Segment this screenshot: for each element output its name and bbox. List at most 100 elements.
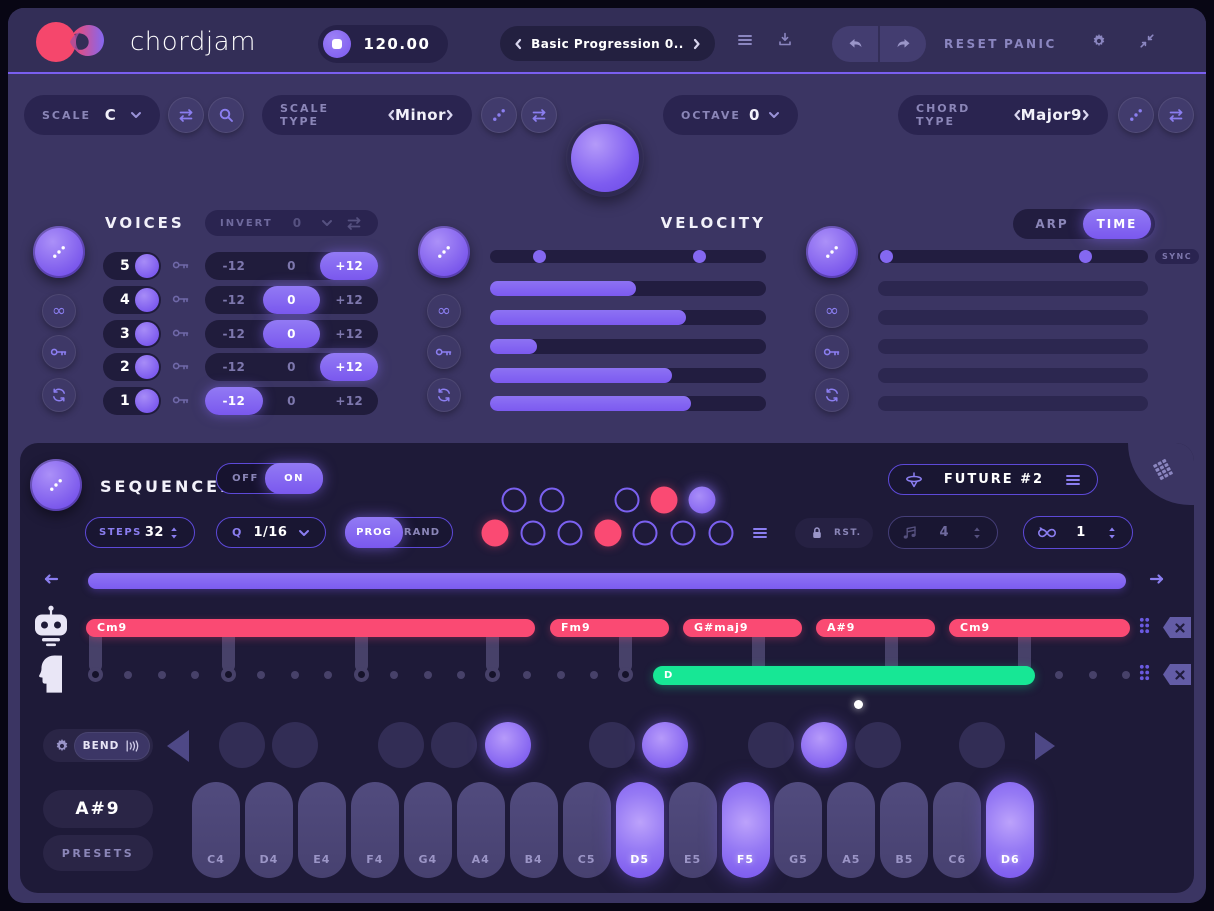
time-slider-3[interactable] bbox=[878, 339, 1148, 354]
undo-button[interactable] bbox=[832, 26, 878, 62]
black-key-F#5[interactable] bbox=[748, 722, 794, 768]
seq-step-top-2[interactable] bbox=[539, 487, 565, 513]
keyboard-octave-left-button[interactable] bbox=[167, 730, 189, 762]
bpm-value[interactable]: 120.00 bbox=[351, 35, 443, 53]
time-tab[interactable]: TIME bbox=[1083, 209, 1151, 239]
arp-time-toggle[interactable]: ARP TIME bbox=[1013, 209, 1155, 239]
chord-swap-button[interactable] bbox=[1158, 97, 1194, 133]
steps-menu-icon[interactable] bbox=[752, 526, 768, 540]
key-D6[interactable]: D6 bbox=[986, 782, 1035, 878]
key-B4[interactable]: B4 bbox=[509, 782, 558, 878]
voice-3-toggle[interactable]: 3 bbox=[103, 319, 161, 348]
seq-step-bottom-4[interactable] bbox=[594, 519, 622, 547]
chord-random-button[interactable] bbox=[1118, 97, 1154, 133]
stepper-icon[interactable] bbox=[1105, 525, 1119, 541]
black-key-C#5[interactable] bbox=[589, 722, 635, 768]
chord-row-drag-handle[interactable] bbox=[1139, 617, 1150, 634]
key-D4[interactable]: D4 bbox=[244, 782, 293, 878]
scale-swap-button[interactable] bbox=[168, 97, 204, 133]
time-range-slider[interactable] bbox=[878, 250, 1148, 263]
chevron-left-icon[interactable] bbox=[514, 38, 522, 50]
seq-step-bottom-6[interactable] bbox=[670, 520, 696, 546]
voices-random-knob[interactable] bbox=[33, 226, 85, 278]
quantize-control[interactable]: Q 1/16 bbox=[216, 517, 326, 548]
velocity-slider-3[interactable] bbox=[490, 339, 766, 354]
reset-button[interactable]: RESET bbox=[944, 37, 999, 51]
voice-5-octave-selector[interactable]: -12 0 +12 bbox=[205, 252, 379, 280]
velocity-random-knob[interactable] bbox=[418, 226, 470, 278]
scale-random-button[interactable] bbox=[481, 97, 517, 133]
key-D5[interactable]: D5 bbox=[615, 782, 664, 878]
voice-3-octave-selector[interactable]: -12 0 +12 bbox=[205, 319, 378, 348]
preset-selector[interactable]: Basic Progression 0.. bbox=[500, 26, 715, 61]
velocity-latch-button[interactable]: ∞ bbox=[427, 294, 461, 328]
scale-type-selector[interactable]: SCALE TYPE Minor bbox=[262, 95, 472, 135]
time-slider-1[interactable] bbox=[878, 281, 1148, 296]
octave-option-+12[interactable]: +12 bbox=[320, 320, 378, 348]
octave-option-0[interactable]: 0 bbox=[263, 353, 321, 381]
bpm-control[interactable]: 120.00 bbox=[318, 25, 448, 63]
sync-badge[interactable]: SYNC bbox=[1155, 249, 1199, 264]
bend-control[interactable]: BEND bbox=[43, 729, 153, 762]
black-key-A#5[interactable] bbox=[855, 722, 901, 768]
reset-steps-button[interactable]: RST. bbox=[795, 518, 873, 548]
octave-option-0[interactable]: 0 bbox=[263, 387, 321, 415]
key-F4[interactable]: F4 bbox=[350, 782, 399, 878]
sequence-preset-selector[interactable]: FUTURE #2 bbox=[888, 464, 1098, 495]
octave-option-0[interactable]: 0 bbox=[262, 286, 321, 314]
seq-step-top-5[interactable] bbox=[650, 486, 678, 514]
velocity-slider-1[interactable] bbox=[490, 281, 766, 296]
black-key-G#4[interactable] bbox=[431, 722, 477, 768]
seq-step-top-4[interactable] bbox=[614, 487, 640, 513]
scale-detect-button[interactable] bbox=[208, 97, 244, 133]
black-key-C#6[interactable] bbox=[959, 722, 1005, 768]
velocity-slider-2[interactable] bbox=[490, 310, 766, 325]
gear-icon[interactable] bbox=[54, 738, 70, 754]
seq-step-top-1[interactable] bbox=[501, 487, 527, 513]
resize-icon[interactable] bbox=[1139, 33, 1155, 49]
redo-button[interactable] bbox=[880, 26, 926, 62]
key-C5[interactable]: C5 bbox=[562, 782, 611, 878]
range-handle[interactable] bbox=[879, 250, 893, 263]
panic-button[interactable]: PANIC bbox=[1004, 37, 1057, 51]
main-chord-knob[interactable] bbox=[566, 119, 644, 197]
time-latch-button[interactable]: ∞ bbox=[815, 294, 849, 328]
rand-option[interactable]: RAND bbox=[404, 527, 440, 538]
transport-stop-button[interactable] bbox=[323, 30, 351, 58]
seq-step-bottom-2[interactable] bbox=[520, 520, 546, 546]
chevron-right-icon[interactable] bbox=[693, 38, 701, 50]
scroll-right-icon[interactable] bbox=[1148, 572, 1166, 586]
seq-step-top-6[interactable] bbox=[688, 486, 716, 514]
black-key-A#4[interactable] bbox=[485, 722, 531, 768]
voice-enable-circle[interactable] bbox=[135, 254, 159, 278]
voice-enable-circle[interactable] bbox=[135, 355, 159, 379]
chevron-right-icon[interactable] bbox=[1082, 109, 1090, 121]
stepper-icon[interactable] bbox=[167, 525, 181, 541]
chord-block-4[interactable]: A#9 bbox=[816, 619, 935, 637]
octave-option--12[interactable]: -12 bbox=[205, 286, 263, 314]
key-G4[interactable]: G4 bbox=[403, 782, 452, 878]
black-key-D#4[interactable] bbox=[272, 722, 318, 768]
range-handle[interactable] bbox=[693, 250, 707, 263]
octave-option-0[interactable]: 0 bbox=[262, 319, 321, 348]
gear-icon[interactable] bbox=[1091, 33, 1107, 49]
range-handle[interactable] bbox=[533, 250, 547, 263]
chord-block-2[interactable]: Fm9 bbox=[550, 619, 669, 637]
key-E5[interactable]: E5 bbox=[668, 782, 717, 878]
chevron-left-icon[interactable] bbox=[1013, 109, 1021, 121]
scale-selector[interactable]: SCALE C bbox=[24, 95, 160, 135]
octave-option--12[interactable]: -12 bbox=[205, 320, 263, 348]
octave-option--12[interactable]: -12 bbox=[205, 386, 263, 415]
key-A5[interactable]: A5 bbox=[827, 782, 876, 878]
key-F5[interactable]: F5 bbox=[721, 782, 770, 878]
note-division-control[interactable]: 4 bbox=[888, 516, 998, 549]
voices-reset-button[interactable] bbox=[42, 378, 76, 412]
stepper-icon[interactable] bbox=[970, 525, 984, 541]
invert-control[interactable]: INVERT 0 bbox=[205, 210, 378, 236]
key-A4[interactable]: A4 bbox=[456, 782, 505, 878]
voice-enable-circle[interactable] bbox=[135, 288, 159, 312]
voice-5-toggle[interactable]: 5 bbox=[103, 252, 161, 280]
chord-block-1[interactable]: Cm9 bbox=[86, 619, 535, 637]
scroll-left-icon[interactable] bbox=[42, 572, 60, 586]
prog-option[interactable]: PROG bbox=[345, 517, 403, 548]
